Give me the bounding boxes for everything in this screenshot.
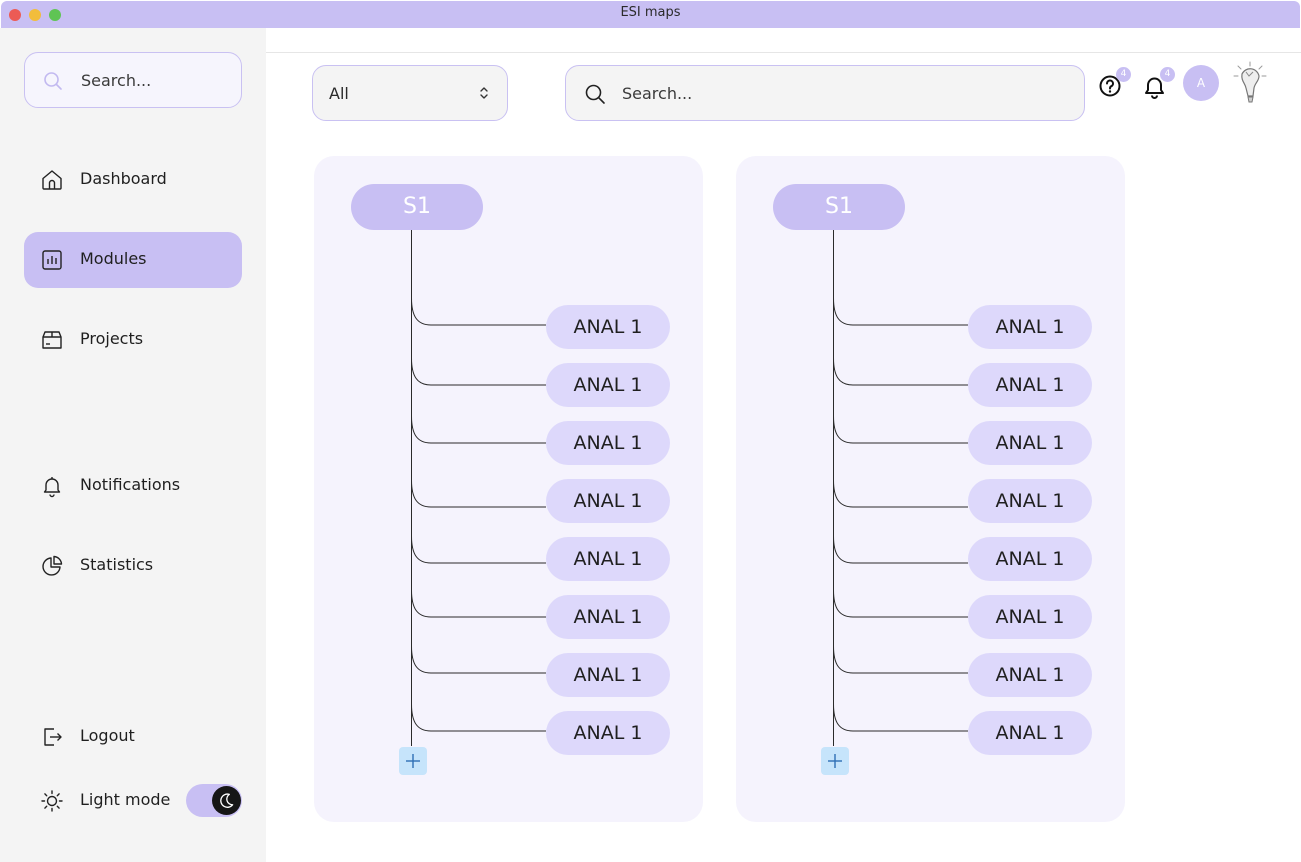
- bell-icon: [43, 477, 61, 498]
- map-child-node[interactable]: ANAL 1: [546, 479, 670, 523]
- map-child-node[interactable]: ANAL 1: [546, 537, 670, 581]
- sidebar-item-label: Statistics: [80, 555, 154, 574]
- sidebar-item-label: Projects: [80, 329, 144, 348]
- pie-chart-icon: [42, 555, 63, 576]
- map-branch-line: [833, 646, 968, 674]
- logout-button[interactable]: Logout: [24, 709, 242, 765]
- map-child-node[interactable]: ANAL 1: [968, 363, 1092, 407]
- map-branch-line: [833, 704, 968, 732]
- box-icon: [42, 331, 62, 349]
- map-root-node[interactable]: S1: [773, 184, 905, 230]
- theme-mode-label: Light mode: [80, 790, 171, 809]
- notifications-button[interactable]: 4: [1141, 67, 1175, 100]
- map-child-node[interactable]: ANAL 1: [968, 653, 1092, 697]
- chart-icon: [42, 250, 62, 270]
- map-child-node[interactable]: ANAL 1: [546, 595, 670, 639]
- sidebar-item-statistics[interactable]: Statistics: [24, 538, 242, 594]
- sidebar-item-label: Notifications: [80, 475, 181, 494]
- plus-icon: [406, 754, 420, 768]
- sidebar-item-label: Logout: [80, 726, 135, 745]
- map-child-node[interactable]: ANAL 1: [968, 595, 1092, 639]
- sidebar-item-projects[interactable]: Projects: [24, 312, 242, 368]
- sidebar: Search... Dashboard Modules Projects Not…: [0, 28, 266, 862]
- map-branch-line: [833, 536, 968, 564]
- sidebar-item-label: Modules: [80, 249, 147, 268]
- help-badge: 4: [1116, 67, 1131, 82]
- module-map-card: S1 ANAL 1 ANAL 1 ANAL 1 ANAL 1 ANAL 1 AN…: [314, 156, 703, 822]
- plus-icon: [828, 754, 842, 768]
- sidebar-search-placeholder: Search...: [81, 71, 152, 90]
- map-branch-line: [411, 416, 546, 444]
- map-branch-line: [411, 536, 546, 564]
- module-map-card: S1 ANAL 1 ANAL 1 ANAL 1 ANAL 1 ANAL 1 AN…: [736, 156, 1125, 822]
- sidebar-item-notifications[interactable]: Notifications: [24, 458, 242, 514]
- add-node-button[interactable]: [821, 747, 849, 775]
- map-branch-line: [411, 590, 546, 618]
- help-button[interactable]: 4: [1097, 67, 1131, 100]
- search-icon: [585, 84, 605, 104]
- home-icon: [42, 170, 62, 190]
- map-child-node[interactable]: ANAL 1: [968, 421, 1092, 465]
- map-child-node[interactable]: ANAL 1: [546, 653, 670, 697]
- window-title: ESI maps: [620, 5, 681, 20]
- map-child-node[interactable]: ANAL 1: [546, 305, 670, 349]
- add-node-button[interactable]: [399, 747, 427, 775]
- filter-select[interactable]: All: [312, 65, 508, 121]
- filter-select-value: All: [329, 84, 349, 103]
- search-icon: [44, 72, 62, 90]
- toggle-knob: [212, 786, 241, 815]
- map-child-node[interactable]: ANAL 1: [546, 421, 670, 465]
- moon-icon: [220, 793, 234, 808]
- topbar-divider: [266, 52, 1301, 53]
- map-child-node[interactable]: ANAL 1: [968, 305, 1092, 349]
- lightbulb-logo-icon: [1233, 61, 1267, 103]
- chevron-up-down-icon: [480, 87, 488, 99]
- map-branch-line: [411, 704, 546, 732]
- main-search-placeholder: Search...: [622, 84, 693, 103]
- map-branch-line: [833, 590, 968, 618]
- notifications-badge: 4: [1160, 67, 1175, 82]
- map-child-node[interactable]: ANAL 1: [546, 363, 670, 407]
- map-root-node[interactable]: S1: [351, 184, 483, 230]
- map-child-node[interactable]: ANAL 1: [968, 537, 1092, 581]
- map-branch-line: [833, 416, 968, 444]
- avatar[interactable]: A: [1183, 65, 1219, 101]
- logout-icon: [44, 728, 62, 746]
- sidebar-search-input[interactable]: Search...: [24, 52, 242, 108]
- sidebar-item-modules[interactable]: Modules: [24, 232, 242, 288]
- sun-icon: [41, 790, 63, 812]
- theme-toggle[interactable]: [186, 784, 242, 817]
- map-child-node[interactable]: ANAL 1: [546, 711, 670, 755]
- sidebar-item-label: Dashboard: [80, 169, 167, 188]
- map-branch-line: [411, 358, 546, 386]
- map-child-node[interactable]: ANAL 1: [968, 479, 1092, 523]
- map-branch-line: [411, 646, 546, 674]
- map-child-node[interactable]: ANAL 1: [968, 711, 1092, 755]
- map-branch-line: [411, 480, 546, 508]
- main-search-input[interactable]: Search...: [565, 65, 1085, 121]
- map-branch-line: [411, 298, 546, 326]
- map-branch-line: [833, 358, 968, 386]
- map-branch-line: [833, 480, 968, 508]
- title-bar: ESI maps: [1, 1, 1300, 28]
- sidebar-item-dashboard[interactable]: Dashboard: [24, 152, 242, 208]
- app-window: ESI maps Search... Dashboard Modules Pro…: [0, 0, 1301, 862]
- map-branch-line: [833, 298, 968, 326]
